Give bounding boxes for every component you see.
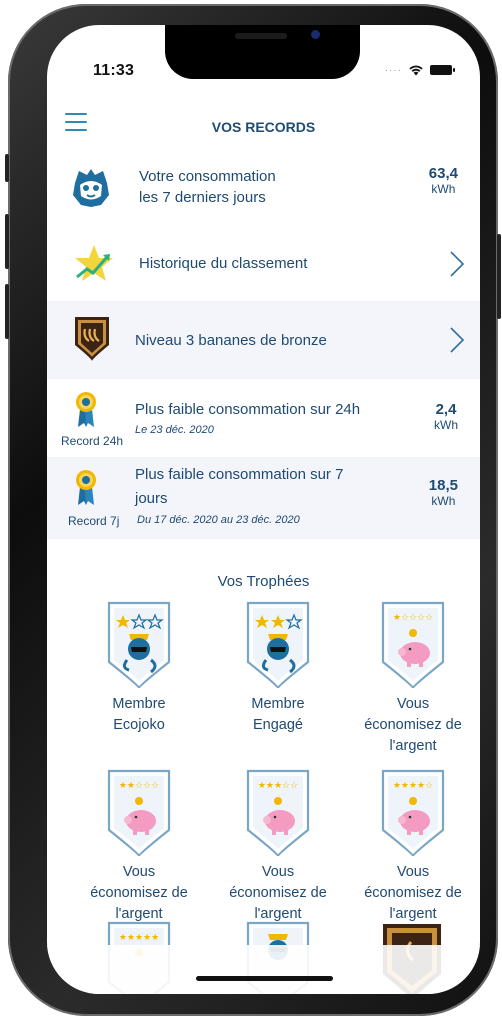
trophy-membre-ecojoko[interactable]: Membre Ecojoko (74, 600, 204, 736)
trophy-label-line: Membre (112, 696, 166, 712)
status-time: 11:33 (93, 62, 135, 79)
volume-up-button (5, 154, 9, 182)
svg-text:★★★★★: ★★★★★ (119, 933, 159, 943)
volume-button (5, 214, 9, 269)
trophy-label-line: Vous (396, 864, 430, 880)
battery-icon (430, 64, 455, 75)
piggy-bank-shield-icon: ★★★★☆ (381, 769, 445, 857)
trophy-label-line: Vous (261, 864, 295, 880)
monkey-shield-icon (107, 601, 171, 689)
trophy-economise-argent[interactable]: ★★★★☆ Vous économisez de l'argent (348, 768, 478, 925)
trophy-label: Membre Engagé (213, 694, 343, 736)
trophy-economise-argent[interactable]: ★★★☆☆ Vous économisez de l'argent (213, 768, 343, 925)
record-7j-title-line2: jours (135, 490, 168, 507)
level-label: Niveau 3 bananes de bronze (135, 332, 327, 349)
piggy-bank-shield-icon: ★☆☆☆☆ (381, 601, 445, 689)
signal-dots-icon: ···· (384, 65, 402, 76)
piggy-bank-shield-icon: ★★☆☆☆ (107, 769, 171, 857)
piggy-bank-shield-icon: ★★★☆☆ (246, 769, 310, 857)
consumption-label-line1: Votre consommation (139, 168, 276, 185)
record-24h-number: 2,4 (435, 401, 457, 418)
trophy-label-line: l'argent (389, 738, 437, 754)
record-24h-unit: kWh (434, 418, 458, 432)
ranking-history-label: Historique du classement (139, 255, 308, 272)
trophy-economise-argent[interactable]: ★☆☆☆☆ Vous économisez de l'argent (348, 600, 478, 757)
trophy-label: Vous économisez de l'argent (348, 862, 478, 925)
level-row[interactable]: Niveau 3 bananes de bronze (47, 301, 480, 379)
record-24h-row: Record 24h Plus faible consommation sur … (47, 379, 480, 457)
record-7j-number: 18,5 (428, 477, 458, 494)
record-7j-row: Record 7j Plus faible consommation sur 7… (47, 457, 480, 539)
record-7j-unit: kWh (431, 494, 456, 508)
svg-text:★☆☆☆☆: ★☆☆☆☆ (393, 613, 433, 623)
page-title: VOS RECORDS (211, 119, 316, 135)
speaker-grille (235, 33, 287, 39)
record-24h-value: 2,4 kWh (434, 401, 458, 432)
status-icons: ···· (384, 63, 455, 76)
trophy-label: Vous économisez de l'argent (348, 694, 478, 757)
consumption-number: 63,4 (428, 165, 458, 182)
trophy-label-line: Vous (122, 864, 156, 880)
consumption-unit: kWh (431, 182, 456, 196)
trophy-label-line: Engagé (253, 717, 303, 733)
trophy-label-line: Membre (251, 696, 305, 712)
app-screen: 11:33 ···· VOS RECORDS Votre consommatio… (47, 25, 480, 994)
phone-frame: 11:33 ···· VOS RECORDS Votre consommatio… (5, 4, 501, 1016)
consumption-value: 63,4 kWh (429, 165, 458, 196)
trophy-label: Membre Ecojoko (74, 694, 204, 736)
trophy-membre-engage[interactable]: Membre Engagé (213, 600, 343, 736)
svg-text:★★★☆☆: ★★★☆☆ (258, 781, 298, 791)
trophy-label-line: économisez de (229, 885, 327, 901)
record-7j-title-line1: Plus faible consommation sur 7 (135, 466, 344, 483)
front-camera (311, 30, 320, 39)
app-header: VOS RECORDS (47, 105, 480, 151)
record-24h-title: Plus faible consommation sur 24h (135, 401, 361, 418)
trophy-label-line: économisez de (90, 885, 188, 901)
svg-text:★★★★☆: ★★★★☆ (393, 781, 433, 791)
bronze-shield-icon (75, 317, 109, 361)
record-7j-value: 18,5 kWh (429, 477, 458, 508)
trophy-label-line: Ecojoko (113, 717, 165, 733)
chevron-right-icon (450, 327, 465, 353)
record-7j-date: Du 17 déc. 2020 au 23 déc. 2020 (137, 514, 300, 526)
trophy-economise-argent[interactable]: ★★☆☆☆ Vous économisez de l'argent (74, 768, 204, 925)
wifi-icon (409, 65, 423, 75)
monkey-shield-icon (246, 601, 310, 689)
record-24h-date: Le 23 déc. 2020 (135, 424, 214, 436)
consumption-label-line2: les 7 derniers jours (139, 189, 266, 206)
trophy-label: Vous économisez de l'argent (74, 862, 204, 925)
record-7j-badge: Record 7j (68, 514, 120, 528)
trophy-label-line: Vous (396, 696, 430, 712)
monkey-face-icon (73, 169, 109, 207)
trophies-title: Vos Trophées (217, 573, 310, 590)
record-24h-badge: Record 24h (61, 434, 124, 448)
volume-down-button (5, 284, 9, 339)
power-button (497, 234, 501, 319)
consumption-row[interactable]: Votre consommation les 7 derniers jours … (47, 153, 480, 223)
device-notch (165, 25, 360, 79)
home-indicator[interactable] (196, 976, 333, 981)
chevron-right-icon (450, 251, 465, 277)
ranking-history-row[interactable]: Historique du classement (47, 227, 480, 301)
trophy-label-line: économisez de (364, 885, 462, 901)
star-trend-icon (75, 245, 113, 281)
trophy-label-line: économisez de (364, 717, 462, 733)
ribbon-medal-icon (76, 470, 96, 505)
trophy-label: Vous économisez de l'argent (213, 862, 343, 925)
ribbon-medal-icon (76, 392, 96, 427)
svg-text:★★☆☆☆: ★★☆☆☆ (119, 781, 159, 791)
bottom-overlay (47, 945, 480, 994)
